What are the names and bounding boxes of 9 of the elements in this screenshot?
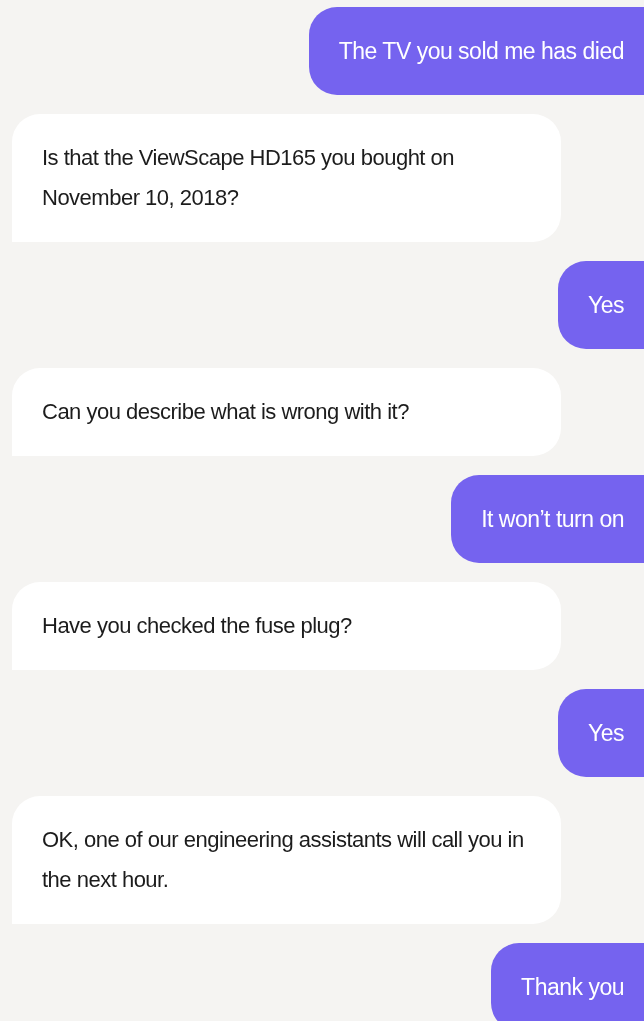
sent-message: Yes [557,261,644,349]
sent-message: Thank you [491,943,644,1021]
sent-message: The TV you sold me has died [308,7,644,95]
received-message: Have you checked the fuse plug? [12,582,561,670]
sent-message: It won’t turn on [451,475,644,563]
received-message: OK, one of our engineering assistants will call you in the next hour. [12,796,561,924]
received-message: Is that the ViewScape HD165 you bought on November 10, 2018? [12,114,561,242]
sent-message: Yes [557,689,644,777]
received-message: Can you describe what is wrong with it? [12,368,561,456]
